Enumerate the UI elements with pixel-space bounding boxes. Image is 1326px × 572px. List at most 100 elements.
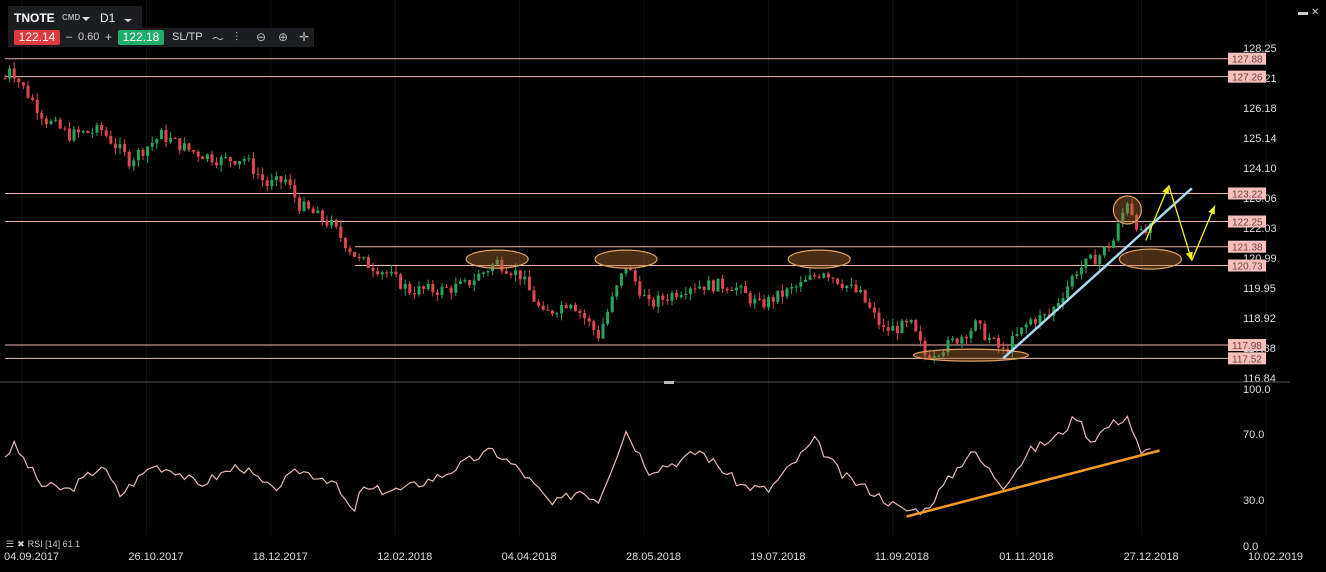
- candle-body: [537, 301, 541, 306]
- candle-body: [468, 280, 472, 286]
- close-icon[interactable]: ✕: [1311, 7, 1319, 18]
- sltp-button[interactable]: SL/TP: [172, 31, 203, 43]
- candle-body: [146, 146, 150, 156]
- candle-body: [541, 305, 545, 310]
- candle-body: [348, 248, 352, 252]
- candle-body: [872, 307, 876, 313]
- candle-body: [136, 149, 140, 161]
- candle-body: [1020, 327, 1024, 334]
- candle-body: [67, 128, 71, 141]
- candle-body: [670, 292, 674, 301]
- highlight-ellipse: [1118, 248, 1183, 270]
- level-label: 117.52: [1232, 354, 1262, 365]
- candle-body: [767, 297, 771, 308]
- indicators-icon[interactable]: ⫶: [235, 30, 238, 45]
- candle-body: [905, 320, 909, 323]
- candle-body: [592, 321, 596, 330]
- price-tick-label: 119.95: [1243, 283, 1276, 295]
- sell-button[interactable]: 122.14: [14, 30, 60, 45]
- candle-body: [573, 304, 577, 312]
- price-tick-label: 125.14: [1243, 133, 1277, 145]
- candle-body: [619, 273, 623, 286]
- candle-body: [546, 309, 550, 311]
- level-label: 127.26: [1232, 73, 1263, 84]
- candle-body: [665, 299, 669, 301]
- candle-body: [26, 85, 30, 98]
- candle-body: [688, 288, 692, 294]
- candle-body: [1098, 255, 1102, 265]
- buy-button[interactable]: 122.18: [118, 30, 164, 45]
- highlight-ellipse: [594, 249, 658, 269]
- minimize-icon[interactable]: ▬: [1298, 7, 1308, 18]
- candle-body: [716, 278, 720, 292]
- rsi-legend: ☰ ✖ RSI [14] 61.1: [6, 539, 83, 550]
- candle-body: [150, 142, 154, 147]
- candle-body: [357, 256, 361, 258]
- candle-body: [840, 283, 844, 288]
- candle-body: [247, 158, 251, 160]
- candle-body: [192, 150, 196, 152]
- candle-body: [215, 162, 219, 166]
- rsi-tick-label: 70.0: [1243, 429, 1264, 441]
- candle-body: [780, 290, 784, 297]
- highlight-ellipse: [787, 249, 851, 269]
- price-tick-label: 126.18: [1243, 103, 1277, 115]
- candle-body: [210, 154, 214, 163]
- price-chart[interactable]: 04.09.2017 26.10.2017 18.12.2017 12.02.2018…: [0, 0, 1326, 572]
- candle-body: [785, 288, 789, 297]
- candle-body: [652, 299, 656, 307]
- candle-body: [196, 151, 200, 157]
- candle-body: [679, 294, 683, 298]
- candle-body: [118, 144, 122, 149]
- candle-body: [771, 297, 775, 302]
- candle-body: [1043, 314, 1047, 316]
- crosshair-icon[interactable]: ✛: [299, 30, 309, 44]
- candle-body: [219, 157, 223, 166]
- candle-body: [831, 277, 835, 279]
- candle-body: [555, 313, 559, 315]
- candle-body: [1024, 324, 1028, 328]
- candle-body: [449, 287, 453, 293]
- price-trendline[interactable]: [1002, 187, 1193, 360]
- level-label: 123.22: [1232, 189, 1263, 200]
- highlight-ellipse: [1112, 195, 1143, 225]
- candle-body: [343, 237, 347, 249]
- candle-body: [762, 299, 766, 308]
- line-chart-icon[interactable]: 〜: [212, 30, 224, 47]
- x-tick-label: 26.10.2017: [128, 551, 183, 563]
- rsi-line: [4, 415, 1151, 516]
- remove-icon[interactable]: ✖: [17, 539, 25, 549]
- level-label: 120.73: [1232, 261, 1263, 272]
- volume-decrease-button[interactable]: –: [66, 31, 72, 43]
- candle-body: [951, 338, 955, 341]
- timeframe-dropdown-icon[interactable]: [124, 19, 132, 22]
- volume-increase-button[interactable]: +: [105, 30, 112, 44]
- timeframe-select[interactable]: D1: [100, 11, 115, 25]
- candle-body: [895, 325, 899, 334]
- candle-body: [472, 280, 476, 286]
- zoom-out-icon[interactable]: ⊖: [256, 30, 266, 44]
- projection-arrow-line: [1191, 205, 1216, 261]
- candle-body: [284, 179, 288, 183]
- candle-body: [233, 161, 237, 165]
- volume-value[interactable]: 0.60: [78, 31, 99, 43]
- candle-body: [35, 99, 39, 113]
- x-tick-label: 04.09.2017: [4, 551, 59, 563]
- candle-body: [238, 161, 242, 165]
- candle-body: [739, 286, 743, 288]
- candle-body: [109, 135, 113, 144]
- panel-resize-handle[interactable]: [664, 381, 674, 384]
- candle-body: [371, 267, 375, 272]
- candle-body: [1075, 274, 1079, 277]
- candle-body: [12, 68, 16, 79]
- candle-body: [1070, 276, 1074, 287]
- candle-body: [1107, 246, 1111, 248]
- zoom-in-icon[interactable]: ⊕: [278, 30, 288, 44]
- symbol-name[interactable]: TNOTE: [14, 11, 55, 25]
- menu-icon[interactable]: ☰: [6, 539, 14, 549]
- candle-body: [265, 180, 269, 187]
- symbol-dropdown-icon[interactable]: [82, 17, 90, 21]
- candle-body: [270, 180, 274, 187]
- candle-body: [803, 279, 807, 282]
- symbol-type: CMD: [62, 13, 81, 22]
